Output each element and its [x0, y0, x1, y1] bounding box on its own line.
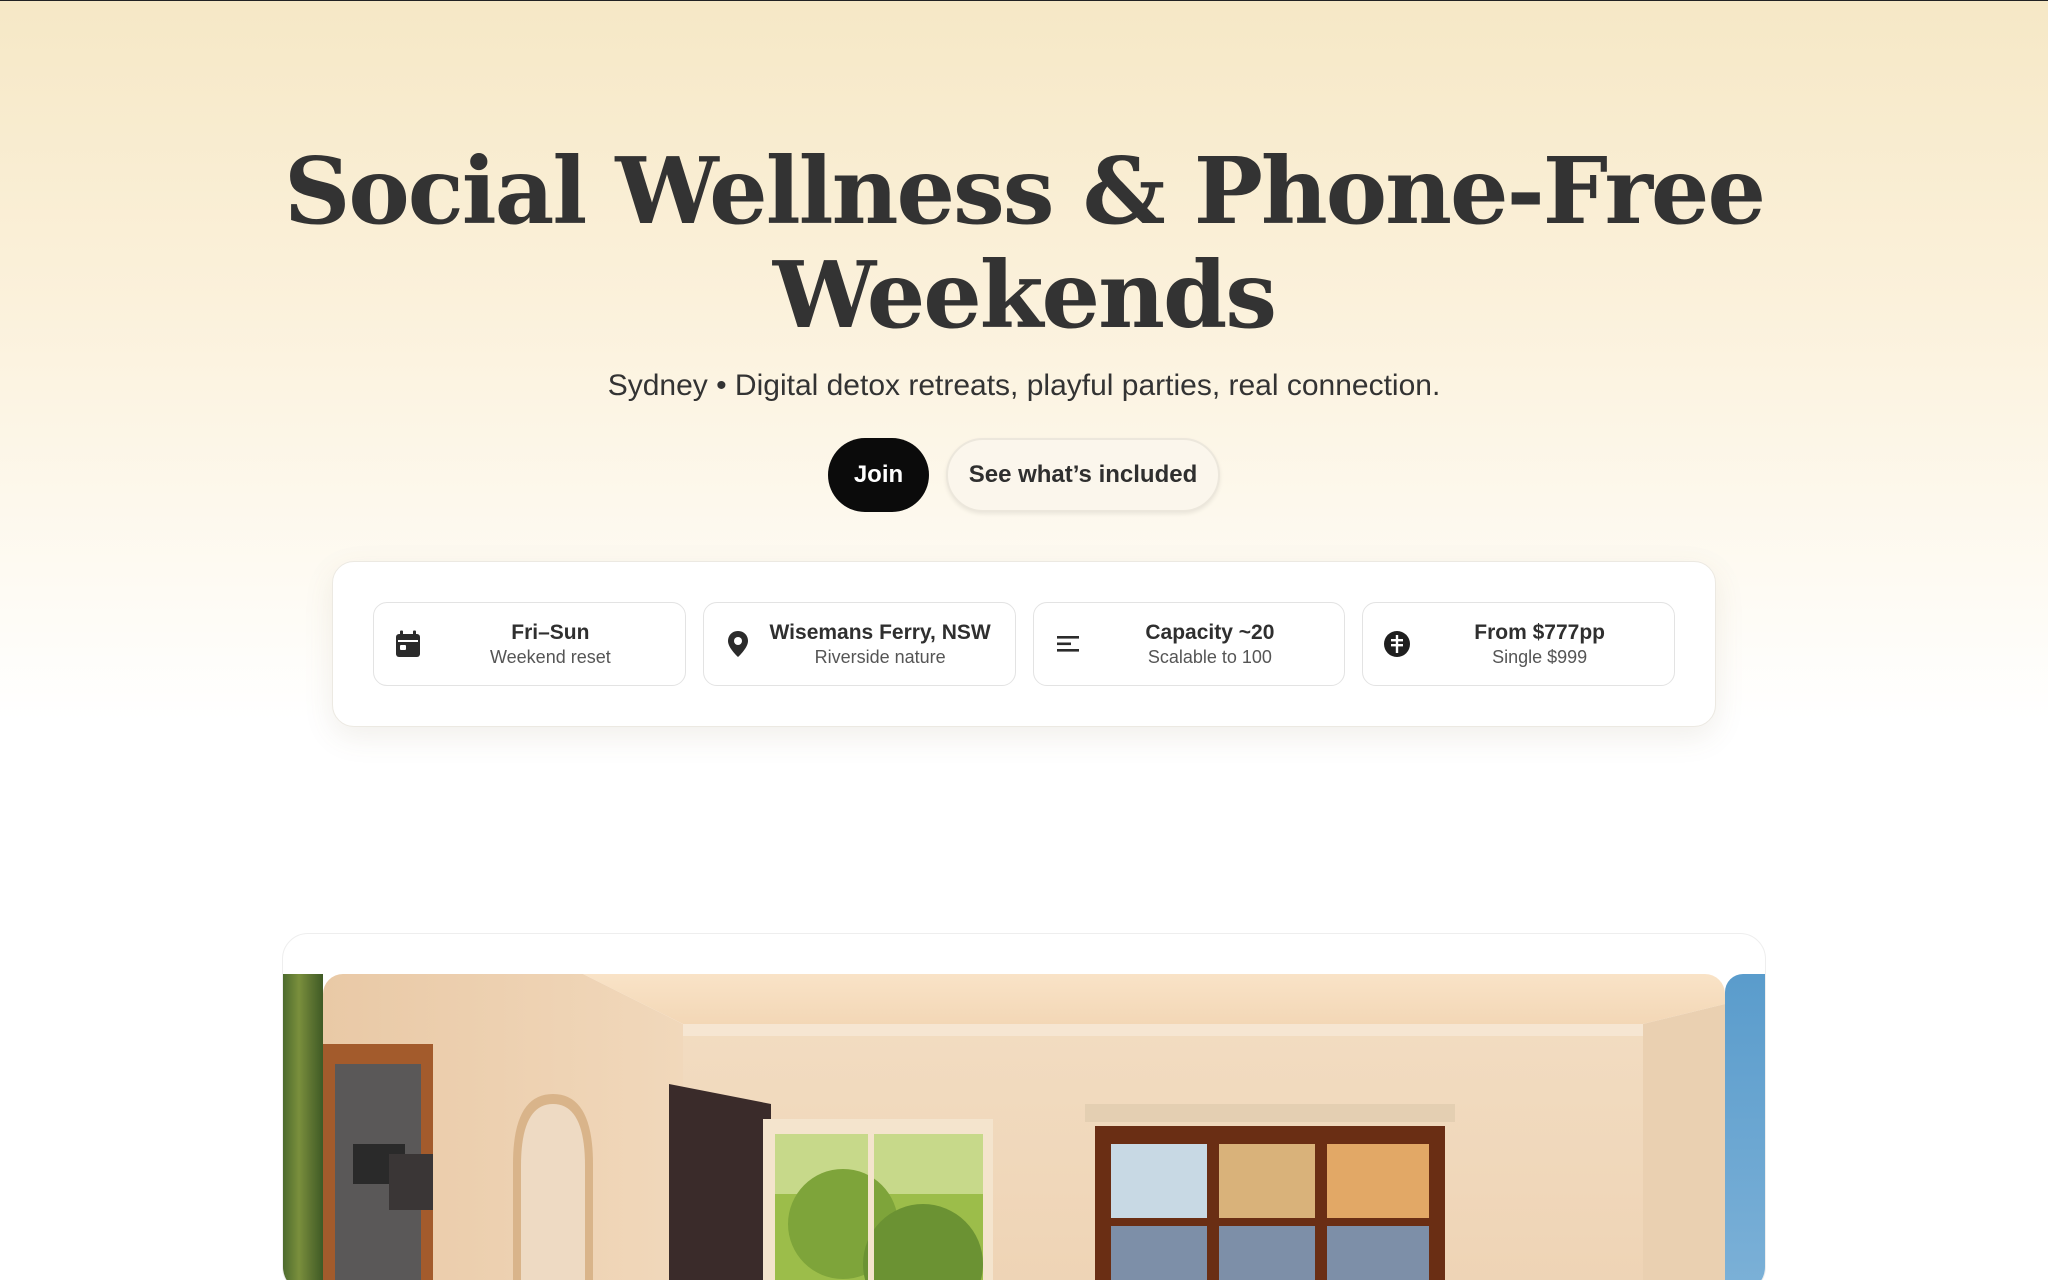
info-pill-location: Wisemans Ferry, NSW Riverside nature [702, 602, 1016, 686]
info-pill-title: Fri–Sun [511, 621, 590, 644]
hero-subtitle: Sydney • Digital detox retreats, playful… [607, 369, 1441, 402]
info-pill-capacity-text: Capacity ~20 Scalable to 100 [1096, 620, 1325, 668]
calendar-icon [394, 630, 422, 658]
join-button[interactable]: Join [828, 438, 929, 512]
info-pill-subtitle: Weekend reset [490, 647, 611, 667]
info-pill-price-text: From $777pp Single $999 [1425, 620, 1654, 668]
info-pill-dates-text: Fri–Sun Weekend reset [436, 620, 665, 668]
info-card: Fri–Sun Weekend reset Wisemans Ferry, NS… [332, 561, 1716, 727]
lines-icon [1054, 630, 1082, 658]
page-title: Social Wellness & Phone-Free Weekends [0, 139, 2048, 347]
info-pill-title: From $777pp [1474, 621, 1605, 644]
info-pill-title: Wisemans Ferry, NSW [769, 621, 991, 644]
info-pill-title: Capacity ~20 [1145, 621, 1275, 644]
photo-gallery [282, 933, 1766, 1280]
dollar-coin-icon [1383, 630, 1411, 658]
gallery-next-image[interactable] [1725, 974, 1765, 1280]
info-pill-price: From $777pp Single $999 [1362, 602, 1675, 686]
page-title-line-1: Social Wellness & Phone-Free [283, 137, 1766, 245]
info-pill-subtitle: Single $999 [1492, 647, 1588, 667]
info-pill-subtitle: Riverside nature [814, 647, 946, 667]
page-title-line-2: Weekends [772, 241, 1277, 349]
info-pill-subtitle: Scalable to 100 [1147, 647, 1272, 667]
info-pill-capacity: Capacity ~20 Scalable to 100 [1032, 602, 1346, 686]
info-pill-dates: Fri–Sun Weekend reset [373, 602, 686, 686]
gallery-previous-image[interactable] [283, 974, 323, 1280]
location-pin-icon [724, 630, 752, 658]
page: Social Wellness & Phone-Free Weekends Sy… [0, 0, 2048, 1280]
gallery-main-image [323, 974, 1725, 1280]
cta-row: Join See what’s included [0, 438, 2048, 512]
info-pill-location-text: Wisemans Ferry, NSW Riverside nature [766, 620, 995, 668]
see-whats-included-button[interactable]: See what’s included [946, 438, 1220, 512]
